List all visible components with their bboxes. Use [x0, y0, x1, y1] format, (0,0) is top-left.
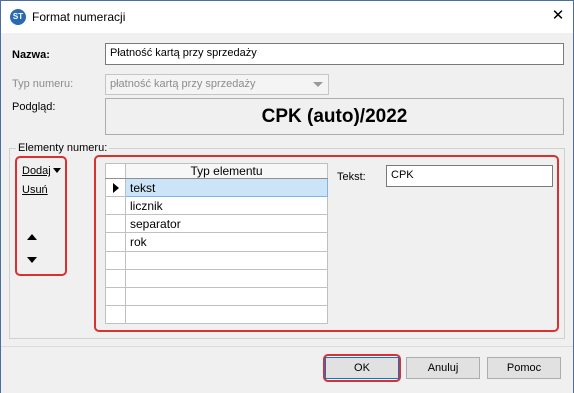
grid-row-header[interactable] — [105, 196, 126, 216]
app-logo-icon: ST — [10, 9, 26, 25]
add-label: Dodaj — [22, 165, 51, 177]
grid-corner — [105, 163, 126, 179]
preview-label: Podgląd: — [12, 101, 56, 113]
grid-cell[interactable]: licznik — [125, 196, 328, 216]
grid-column-header[interactable]: Typ elementu — [125, 163, 328, 179]
cancel-button[interactable]: Anuluj — [406, 357, 480, 379]
grid-row[interactable]: rok — [105, 232, 328, 252]
elements-group-legend: Elementy numeru: — [16, 142, 110, 154]
grid-row-header[interactable] — [105, 268, 126, 288]
grid-row-header[interactable] — [105, 250, 126, 270]
grid-row[interactable]: separator — [105, 214, 328, 234]
grid-row-header[interactable] — [105, 304, 126, 325]
grid-row[interactable] — [105, 250, 328, 270]
caret-down-icon — [52, 168, 61, 173]
arrow-up-icon — [27, 234, 37, 240]
title-bar: ST Format numeracji ✕ — [1, 1, 573, 33]
grid-row-header[interactable] — [105, 177, 126, 198]
type-select[interactable]: płatność kartą przy sprzedaży — [105, 74, 329, 95]
grid-row[interactable] — [105, 268, 328, 288]
grid-cell[interactable] — [125, 286, 328, 306]
grid-cell[interactable]: separator — [125, 214, 328, 234]
row-pointer-icon — [113, 183, 119, 194]
help-button[interactable]: Pomoc — [487, 357, 561, 379]
text-input[interactable]: CPK — [386, 165, 553, 187]
grid-cell[interactable] — [125, 304, 328, 325]
text-label: Tekst: — [337, 171, 366, 183]
grid-cell[interactable] — [125, 268, 328, 288]
type-label: Typ numeru: — [12, 78, 74, 90]
window-title: Format numeracji — [32, 10, 126, 24]
type-select-value: płatność kartą przy sprzedaży — [110, 78, 256, 90]
grid-row-header[interactable] — [105, 232, 126, 252]
move-down-button[interactable] — [24, 252, 40, 268]
name-input[interactable]: Płatność kartą przy sprzedaży — [105, 43, 564, 65]
grid-row[interactable] — [105, 304, 328, 325]
elements-grid[interactable]: Typ elementu tekst licznik separator rok — [105, 163, 328, 325]
close-button[interactable]: ✕ — [543, 1, 573, 31]
grid-row[interactable]: licznik — [105, 196, 328, 216]
grid-row-header[interactable] — [105, 286, 126, 306]
arrow-down-icon — [27, 257, 37, 263]
format-numeracji-dialog: ST Format numeracji ✕ Nazwa: Płatność ka… — [0, 0, 574, 393]
grid-cell[interactable] — [125, 250, 328, 270]
preview-display: CPK (auto)/2022 — [105, 98, 564, 135]
grid-cell[interactable]: rok — [125, 232, 328, 252]
add-dropdown-button[interactable]: Dodaj — [22, 165, 61, 177]
chevron-down-icon — [313, 82, 323, 87]
move-up-button[interactable] — [24, 229, 40, 245]
name-label: Nazwa: — [12, 49, 50, 61]
grid-row-header[interactable] — [105, 214, 126, 234]
remove-button[interactable]: Usuń — [22, 184, 48, 196]
grid-row[interactable]: tekst — [105, 177, 328, 198]
grid-row[interactable] — [105, 286, 328, 306]
ok-button[interactable]: OK — [325, 357, 399, 379]
grid-cell[interactable]: tekst — [125, 177, 328, 198]
